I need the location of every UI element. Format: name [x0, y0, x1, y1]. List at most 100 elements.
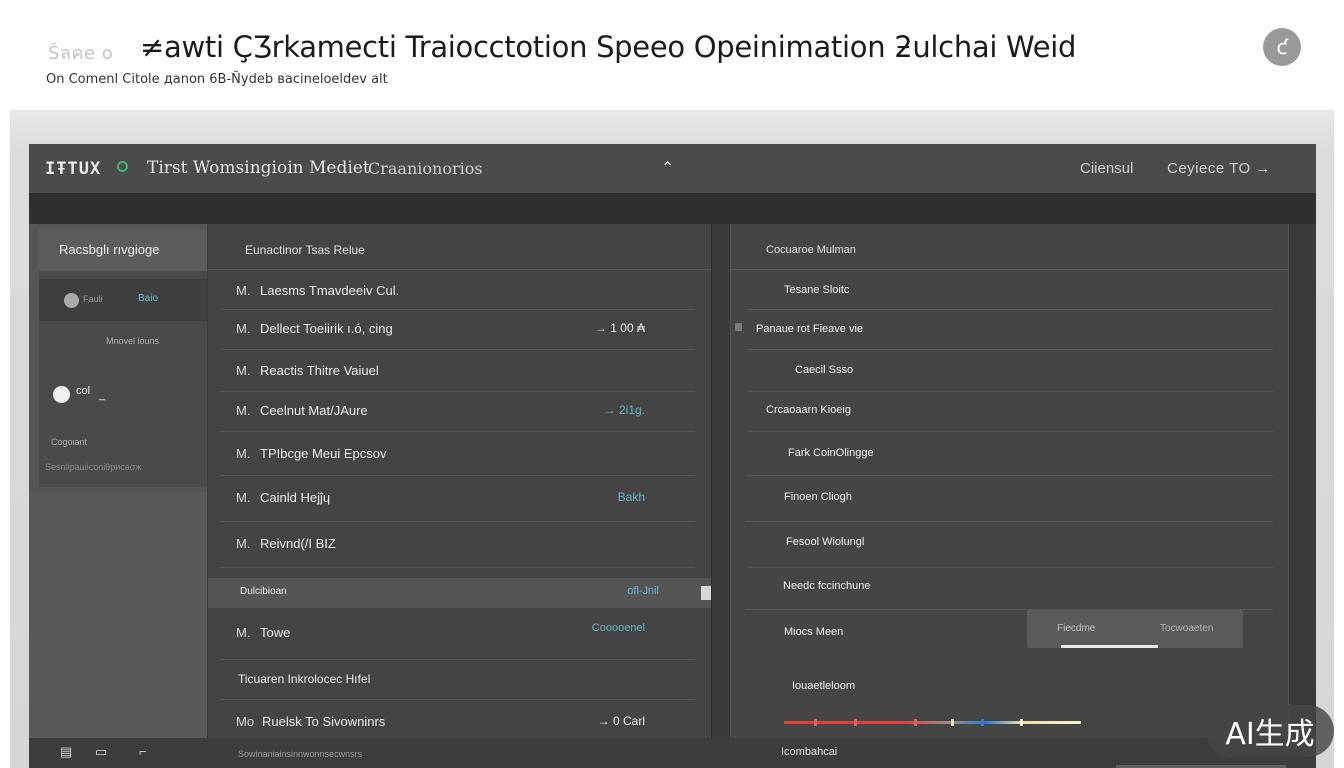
- sidebar-lower: [29, 492, 207, 768]
- row-label: Ceelnut Mat/JAure: [260, 403, 368, 418]
- row-prefix: Mo: [236, 714, 255, 729]
- footer-left-text: Sowinaniainsinnwonnsecwnsrs: [238, 749, 363, 759]
- timeline-tick[interactable]: [981, 719, 984, 726]
- toggle-off-label: Fauli: [83, 294, 103, 304]
- panel-row[interactable]: Fesool Wiolungl: [746, 522, 1273, 568]
- list-item[interactable]: M. Ceelnut Mat/JAure → 2i1g.: [220, 392, 695, 432]
- panel-row-label: Miocs Meen: [784, 626, 844, 638]
- row-prefix: M.: [236, 490, 251, 505]
- panel-row-label: Fesool Wiolungl: [786, 536, 865, 548]
- footer-strip: Sowinaniainsinnwonnsecwnsrs Icombahcai: [208, 738, 1316, 768]
- bracket-icon[interactable]: ⌐: [139, 744, 147, 759]
- app-subtitle: Craanionorios: [368, 159, 483, 178]
- row-prefix: M.: [236, 363, 251, 378]
- sidebar-cursor: _: [99, 389, 106, 401]
- list-item[interactable]: M. Reactis Thitre Vaiuel: [220, 350, 695, 392]
- row-label: Towe: [260, 625, 291, 640]
- row-prefix: M.: [236, 536, 251, 551]
- panel-row[interactable]: Finoen Cliogh: [746, 476, 1273, 522]
- panel-row-label: Caecil Ssso: [795, 364, 854, 376]
- panel-row-label: Fark CoinOlingge: [788, 447, 874, 459]
- panel-row-label: Finoen Cliogh: [784, 491, 852, 503]
- list-item[interactable]: M. Dellect Toeiirik ı.ó, cing → 1 00 ₳: [220, 310, 695, 350]
- sidebar-radio-label: col: [76, 385, 91, 397]
- settings-list: Eunactinor Tsas Relue M. Laesms Tmavdeei…: [208, 224, 712, 768]
- list-item[interactable]: M. TPIbcge Meui Epcsov: [220, 432, 695, 476]
- app-title: Tirst Womsingioin Mediet: [147, 158, 370, 178]
- row-prefix: M.: [236, 403, 251, 418]
- panel-row[interactable]: Panaue rot Fieave vie: [746, 310, 1273, 350]
- sidebar-meta: Mnovel louns: [106, 336, 160, 346]
- collapse-chevron-icon[interactable]: ⌃: [661, 158, 674, 178]
- timeline-bar[interactable]: [784, 719, 1081, 726]
- panel-row[interactable]: Iouaetleloom: [746, 668, 1273, 714]
- row-value: ofl-Jnil: [627, 585, 659, 597]
- row-label: Reactis Thitre Vaiuel: [260, 363, 379, 378]
- toggle-on-label: Baio: [138, 293, 159, 304]
- sidebar-header[interactable]: Racsbglı rıvgioge: [39, 229, 207, 271]
- footer-right-text: Icombahcai: [781, 746, 838, 758]
- sidebar-section-label: Cogoιant: [51, 437, 88, 447]
- segment-option-1[interactable]: Fiecdme: [1057, 623, 1095, 634]
- row-value: → 0 Carl: [597, 714, 645, 728]
- sidebar-radio[interactable]: [53, 386, 70, 403]
- scroll-handle[interactable]: [701, 586, 711, 600]
- panel-row[interactable]: Tesane Sloitc: [746, 270, 1273, 310]
- row-prefix: M.: [236, 446, 251, 461]
- page-subtitle: On Comenl Citole дanon 6B-Ñydeb вacinelo…: [46, 72, 388, 87]
- toolbar-stripe: [29, 194, 1316, 224]
- panel-row-label: Tesane Sloitc: [784, 284, 850, 296]
- list-item[interactable]: Ticuaren Inkrolocec Hıfel: [220, 660, 695, 700]
- status-dot-icon: [117, 161, 128, 172]
- list-item[interactable]: M. Cainld Hejĵɥ Bakh: [220, 476, 695, 522]
- app-logo[interactable]: IŦTUX: [45, 159, 101, 179]
- list-item-selected[interactable]: Dulcibioan ofl-Jnil: [208, 578, 711, 608]
- row-label: Reivnd(/I BIZ: [260, 536, 336, 551]
- timeline-tick[interactable]: [914, 719, 917, 726]
- user-icon: ƈ: [1276, 35, 1288, 59]
- row-label: Dulcibioan: [240, 586, 287, 597]
- app-topbar: IŦTUX Tirst Womsingioin Mediet Craaniono…: [29, 144, 1316, 194]
- avatar[interactable]: ƈ: [1263, 28, 1301, 66]
- list-icon[interactable]: ▤: [60, 744, 72, 760]
- app-window: IŦTUX Tirst Womsingioin Mediet Craaniono…: [29, 144, 1316, 768]
- list-item[interactable]: M. Reivnd(/I BIZ: [220, 522, 695, 568]
- panel-row-label: Needc fccinchune: [783, 580, 871, 592]
- header-eyebrow: Šลคе о: [48, 43, 114, 64]
- nav-link-primary[interactable]: Ciiensul: [1080, 160, 1133, 177]
- row-value: → 1 00 ₳: [594, 321, 645, 335]
- page-header: Šลคе о ≠awti ÇƷrkamecti Traiocctotion Sp…: [0, 0, 1344, 110]
- row-prefix: M.: [236, 283, 251, 298]
- nav-link-secondary[interactable]: Ceyiece TO →: [1167, 160, 1271, 177]
- row-label: Cainld Hejĵɥ: [260, 490, 331, 505]
- row-label: Dellect Toeiirik ı.ó, cing: [260, 321, 393, 336]
- list-item[interactable]: M. Towe Cooooenel: [220, 612, 695, 660]
- panel-row[interactable]: Needc fccinchune: [746, 568, 1273, 610]
- panel-row-label: Crcaoaarn Kioeig: [766, 404, 851, 416]
- sidebar-toggle[interactable]: Fauli Baio: [39, 279, 207, 321]
- ai-watermark: AI生成: [1206, 705, 1334, 757]
- row-prefix: M.: [236, 625, 251, 640]
- row-label: Laesms Tmavdeeiv Cul.: [260, 283, 400, 298]
- timeline-tick[interactable]: [1020, 719, 1023, 726]
- row-value: Bakh: [617, 490, 645, 504]
- segmented-control[interactable]: Fiecdme Tocwoaeten: [1027, 610, 1243, 648]
- row-value: Cooooenel: [591, 622, 645, 634]
- panel-row[interactable]: Caecil Ssso: [746, 350, 1273, 392]
- panel-row[interactable]: Fark CoinOlingge: [746, 432, 1273, 476]
- page-title: ≠awti ÇƷrkamecti Traiocctotion Speeo Ope…: [140, 30, 1077, 64]
- panel-row[interactable]: Crcaoaarn Kioeig: [746, 392, 1273, 432]
- segment-option-2[interactable]: Tocwoaeten: [1160, 623, 1213, 634]
- toggle-knob-icon[interactable]: [64, 293, 79, 308]
- timeline-tick[interactable]: [951, 719, 954, 726]
- panel-header: Cocuaroe Mulman: [731, 224, 1288, 270]
- timeline-tick[interactable]: [814, 719, 817, 726]
- sidebar-footer-text: Sesnlipaшiconіθрисаσж: [45, 462, 142, 472]
- list-header: Eunactinor Tsas Relue: [208, 224, 711, 270]
- window-icon[interactable]: ▭: [95, 744, 107, 760]
- bottom-toolbar: ▤ ▭ ⌐: [29, 738, 207, 768]
- list-item[interactable]: M. Laesms Tmavdeeiv Cul.: [220, 270, 695, 310]
- timeline-tick[interactable]: [854, 719, 857, 726]
- detail-panel: Cocuaroe Mulman Tesane Sloitc Panaue rot…: [730, 224, 1289, 768]
- segment-active-indicator: [1061, 645, 1158, 648]
